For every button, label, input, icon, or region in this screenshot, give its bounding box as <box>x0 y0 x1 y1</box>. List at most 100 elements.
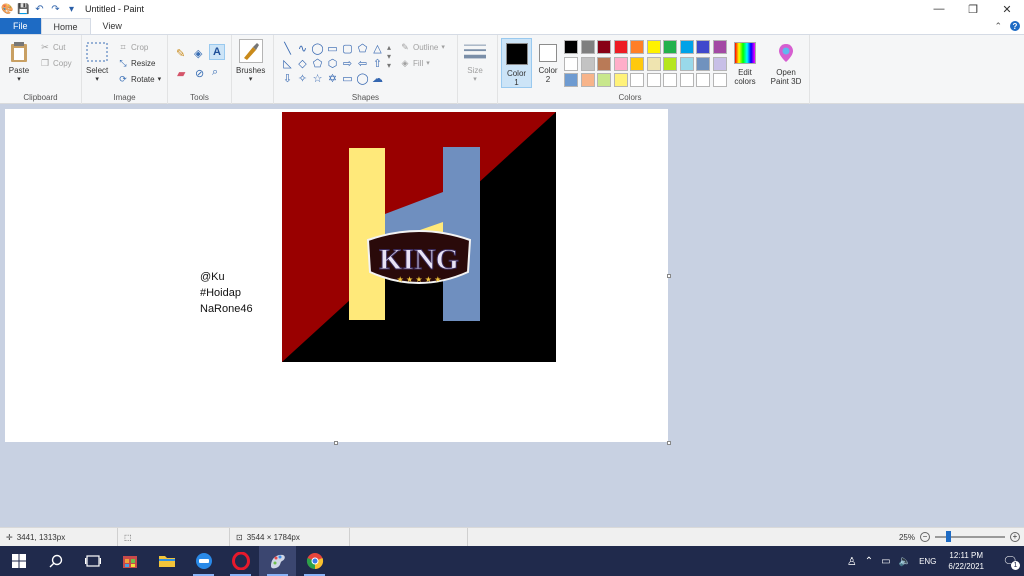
rectangle-shape-icon[interactable]: ▭ <box>325 41 340 56</box>
palette-color-swatch[interactable] <box>646 40 661 54</box>
rotate-button[interactable]: ⟳ Rotate ▾ <box>118 74 161 84</box>
task-view-button[interactable] <box>74 546 111 576</box>
pencil-icon[interactable]: ✎ <box>176 47 185 60</box>
five-point-star-shape-icon[interactable]: ☆ <box>310 71 325 86</box>
close-button[interactable]: ✕ <box>990 0 1024 18</box>
callout-oval-shape-icon[interactable]: ◯ <box>355 71 370 86</box>
color1-selector[interactable]: Color 1 <box>501 38 532 88</box>
taskbar-paint[interactable] <box>259 546 296 576</box>
palette-color-swatch[interactable] <box>580 73 595 87</box>
palette-color-swatch[interactable] <box>564 73 578 87</box>
customize-toolbar-icon[interactable]: ▾ <box>66 4 77 15</box>
taskbar-app-store[interactable] <box>111 546 148 576</box>
search-button[interactable] <box>37 546 74 576</box>
palette-color-swatch[interactable] <box>597 40 611 54</box>
canvas-workspace[interactable]: KING ★ ★ ★ ★ ★ @Ku #Hoidap NaRone46 <box>0 104 1024 527</box>
six-point-star-shape-icon[interactable]: ✡ <box>325 71 340 86</box>
pentagon-shape-icon[interactable]: ⬠ <box>310 56 325 71</box>
palette-color-swatch[interactable] <box>580 40 595 54</box>
line-shape-icon[interactable]: ╲ <box>280 41 295 56</box>
palette-color-swatch[interactable] <box>580 56 595 71</box>
palette-color-swatch[interactable] <box>613 73 628 87</box>
collapse-ribbon-icon[interactable]: ⌃ <box>994 21 1002 32</box>
color-picker-icon[interactable]: ⊘ <box>195 67 204 80</box>
palette-color-swatch[interactable] <box>597 56 611 71</box>
diamond-shape-icon[interactable]: ◇ <box>295 56 310 71</box>
tab-view[interactable]: View <box>91 18 134 34</box>
down-arrow-shape-icon[interactable]: ⇩ <box>280 71 295 86</box>
oval-shape-icon[interactable]: ◯ <box>310 41 325 56</box>
palette-color-swatch[interactable] <box>696 73 710 87</box>
palette-color-swatch[interactable] <box>696 40 710 54</box>
select-dropdown-icon[interactable]: ▾ <box>95 75 99 83</box>
text-tool-icon[interactable]: A <box>209 44 225 60</box>
resize-button[interactable]: ⤡ Resize <box>118 58 155 68</box>
rounded-rectangle-shape-icon[interactable]: ▢ <box>340 41 355 56</box>
taskbar-opera[interactable] <box>222 546 259 576</box>
callout-cloud-shape-icon[interactable]: ☁ <box>370 71 385 86</box>
drawing-canvas[interactable]: KING ★ ★ ★ ★ ★ @Ku #Hoidap NaRone46 <box>5 109 668 442</box>
zoom-out-button[interactable]: − <box>920 532 930 542</box>
tab-home[interactable]: Home <box>40 18 91 34</box>
size-button[interactable]: Size ▾ <box>464 41 486 83</box>
four-point-star-shape-icon[interactable]: ✧ <box>295 71 310 86</box>
zoom-slider[interactable] <box>935 531 1005 542</box>
taskbar-chrome[interactable] <box>296 546 333 576</box>
palette-color-swatch[interactable] <box>663 56 677 71</box>
rotate-dropdown-icon[interactable]: ▾ <box>158 75 162 83</box>
paste-dropdown-icon[interactable]: ▾ <box>17 75 21 83</box>
zoom-in-button[interactable]: + <box>1010 532 1020 542</box>
hexagon-shape-icon[interactable]: ⬡ <box>325 56 340 71</box>
minimize-button[interactable]: — <box>922 0 956 18</box>
palette-color-swatch[interactable] <box>696 56 710 71</box>
shapes-scroll-icon[interactable]: ▴ ▾ ▾ <box>387 43 391 70</box>
palette-color-swatch[interactable] <box>712 73 727 87</box>
palette-color-swatch[interactable] <box>663 73 677 87</box>
people-icon[interactable]: ♙ <box>847 555 857 568</box>
outline-button[interactable]: ✎ Outline ▾ <box>400 42 445 52</box>
battery-icon[interactable]: ▭ <box>881 556 890 567</box>
edit-colors-button[interactable]: Edit colors <box>732 38 758 86</box>
action-center-button[interactable]: 🗨 1 <box>996 546 1024 576</box>
canvas-text-block[interactable]: @Ku #Hoidap NaRone46 <box>200 269 253 317</box>
fill-button[interactable]: ◈ Fill ▾ <box>400 58 430 68</box>
palette-color-swatch[interactable] <box>564 56 578 71</box>
polygon-shape-icon[interactable]: ⬠ <box>355 41 370 56</box>
zoom-slider-thumb[interactable] <box>945 531 951 542</box>
paste-button[interactable]: Paste ▾ <box>8 41 30 83</box>
fill-bucket-icon[interactable]: ◈ <box>194 47 202 60</box>
palette-color-swatch[interactable] <box>613 56 628 71</box>
palette-color-swatch[interactable] <box>679 56 694 71</box>
resize-handle-bottom[interactable] <box>334 441 338 445</box>
magnifier-icon[interactable]: ⌕ <box>212 66 218 79</box>
palette-color-swatch[interactable] <box>630 56 644 71</box>
palette-color-swatch[interactable] <box>712 56 727 71</box>
palette-color-swatch[interactable] <box>712 40 727 54</box>
palette-color-swatch[interactable] <box>564 40 578 54</box>
tab-file[interactable]: File <box>0 18 41 34</box>
language-indicator[interactable]: ENG <box>919 557 936 566</box>
help-icon[interactable]: ? <box>1010 21 1020 31</box>
palette-color-swatch[interactable] <box>630 73 644 87</box>
right-triangle-shape-icon[interactable]: ◺ <box>280 56 295 71</box>
resize-handle-right[interactable] <box>667 274 671 278</box>
save-icon[interactable]: 💾 <box>17 4 29 15</box>
taskbar-file-explorer[interactable] <box>148 546 185 576</box>
copy-button[interactable]: ❐ Copy <box>40 58 72 68</box>
undo-icon[interactable]: ↶ <box>34 4 45 15</box>
start-button[interactable] <box>0 546 37 576</box>
palette-color-swatch[interactable] <box>679 40 694 54</box>
up-arrow-shape-icon[interactable]: ⇧ <box>370 56 385 71</box>
left-arrow-shape-icon[interactable]: ⇦ <box>355 56 370 71</box>
eraser-icon[interactable]: ▰ <box>177 67 185 80</box>
cut-button[interactable]: ✂ Cut <box>40 42 65 52</box>
palette-color-swatch[interactable] <box>646 73 661 87</box>
curve-shape-icon[interactable]: ∿ <box>295 41 310 56</box>
crop-button[interactable]: ⌗ Crop <box>118 42 148 52</box>
volume-icon[interactable]: 🔈 <box>899 556 911 567</box>
palette-color-swatch[interactable] <box>679 73 694 87</box>
right-arrow-shape-icon[interactable]: ⇨ <box>340 56 355 71</box>
palette-color-swatch[interactable] <box>663 40 677 54</box>
palette-color-swatch[interactable] <box>630 40 644 54</box>
show-hidden-icons-button[interactable]: ⌃ <box>865 556 873 567</box>
